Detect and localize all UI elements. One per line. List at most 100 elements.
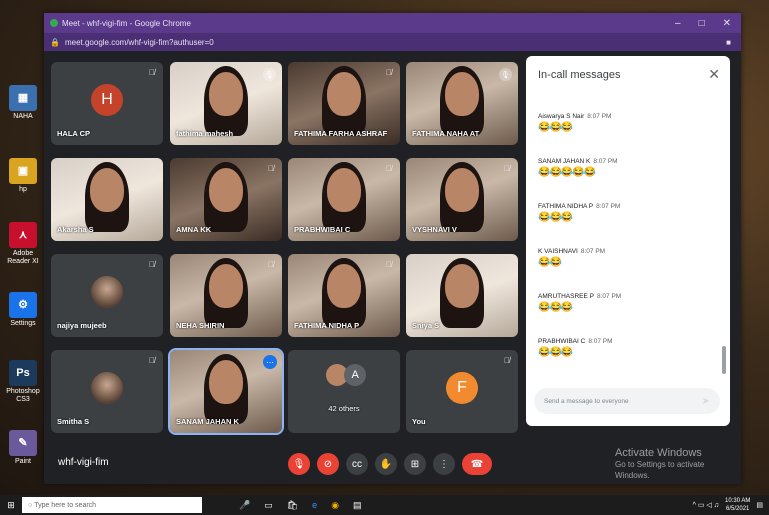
close-panel-icon[interactable]: ✕ — [708, 66, 720, 83]
minimize-icon[interactable]: – — [675, 18, 681, 29]
participant-tile[interactable]: F 🎙̸ You — [406, 350, 518, 433]
raise-hand-icon[interactable]: ✋ — [375, 453, 397, 475]
avatar: F — [446, 372, 478, 404]
scrollbar[interactable] — [722, 346, 726, 374]
more-options-icon[interactable]: ⋯ — [263, 355, 277, 369]
desktop-icon[interactable]: ▣ hp — [2, 158, 44, 194]
mic-off-icon: 🎙̸ — [386, 260, 392, 269]
mic-off-icon: 🎙̸ — [504, 356, 510, 365]
participant-tile[interactable]: 🎙̸ VYSHNAVI V — [406, 158, 518, 241]
message-placeholder: Send a message to everyone — [544, 397, 629, 405]
mic-off-icon: 🎙̸ — [504, 164, 510, 173]
participant-tile[interactable]: 🎙̸ Sniya S — [406, 254, 518, 337]
participant-name: FATHIMA FARHA ASHRAF — [294, 129, 388, 138]
address-bar[interactable]: 🔒 meet.google.com/whf-vigi-fim?authuser=… — [44, 33, 741, 51]
camera-indicator-icon[interactable]: ■ — [726, 38, 731, 47]
desktop-icon[interactable]: ▦ NAHA — [2, 85, 44, 121]
desktop-icon[interactable]: ⋏ Adobe Reader XI — [2, 222, 44, 266]
desktop-icon[interactable]: ✎ Paint — [2, 430, 44, 466]
participant-tile[interactable]: 🎙 FATHIMA NAHA AT — [406, 62, 518, 145]
desktop-app-icon: ✎ — [9, 430, 37, 456]
participant-tile[interactable]: 🎙 fathima mahesh — [170, 62, 282, 145]
participant-face — [445, 264, 479, 308]
participant-tile[interactable]: 🎙̸ NEHA SHIRIN — [170, 254, 282, 337]
tray-icons[interactable]: ^ ▭ ◁ ♫ — [693, 501, 719, 509]
desktop-app-icon: ⚙ — [9, 292, 37, 318]
message-header: AMRUTHASREE P 8:07 PM — [538, 293, 621, 300]
participant-tile[interactable]: ⋯ SANAM JAHAN K — [168, 348, 284, 435]
store-icon[interactable]: 🛍 — [287, 500, 298, 511]
desktop-icon-label: Adobe Reader XI — [7, 250, 39, 265]
mic-off-icon: 🎙 — [263, 68, 276, 81]
chat-message: Aiswarya S Nair 8:07 PM 😂😂😂 — [538, 113, 611, 133]
participant-tile[interactable]: A 42 others — [288, 350, 400, 433]
send-icon[interactable]: ➤ — [702, 396, 710, 407]
avatar-photo — [91, 276, 123, 308]
participant-tile[interactable]: 🎙̸ PRABHWIBAI C — [288, 158, 400, 241]
taskbar-search[interactable]: ○ Type here to search — [22, 497, 202, 513]
participant-tile[interactable]: 🎙̸ FATHIMA FARHA ASHRAF — [288, 62, 400, 145]
participant-name: 42 others — [328, 404, 360, 413]
activate-windows-watermark: Activate Windows Go to Settings to activ… — [615, 448, 741, 481]
message-time: 8:07 PM — [580, 248, 606, 255]
participant-face — [327, 168, 361, 212]
watermark-line1: Activate Windows — [615, 447, 702, 459]
mic-taskbar-icon[interactable]: 🎤 — [239, 500, 250, 511]
participant-tile[interactable]: 🎙̸ Akarsha S — [51, 158, 163, 241]
captions-icon[interactable]: cc — [346, 453, 368, 475]
participant-face — [445, 72, 479, 116]
system-tray: ^ ▭ ◁ ♫ 10:30 AM 6/5/2021 ▤ — [693, 497, 769, 513]
participant-face — [327, 72, 361, 116]
message-header: K VAISHNAVI 8:07 PM — [538, 248, 605, 255]
participant-name: AMNA KK — [176, 225, 212, 234]
edge-icon[interactable]: e — [312, 500, 317, 510]
watermark-line2: Go to Settings to activate Windows. — [615, 460, 705, 480]
panel-title: In-call messages — [538, 69, 621, 81]
message-emoji: 😂😂 — [538, 257, 562, 268]
camera-off-icon[interactable]: ⊘ — [317, 453, 339, 475]
search-placeholder: Type here to search — [34, 501, 97, 509]
mic-off-icon[interactable]: 🎙 — [288, 453, 310, 475]
close-window-icon[interactable]: ✕ — [723, 18, 731, 29]
present-icon[interactable]: ⊞ — [404, 453, 426, 475]
participant-tile[interactable]: 🎙̸ Smitha S — [51, 350, 163, 433]
desktop-icon[interactable]: ⚙ Settings — [2, 292, 44, 328]
message-header: Aiswarya S Nair 8:07 PM — [538, 113, 611, 120]
clock[interactable]: 10:30 AM 6/5/2021 — [725, 497, 750, 513]
explorer-icon[interactable]: ▤ — [353, 500, 362, 511]
participant-name: fathima mahesh — [176, 129, 234, 138]
message-input[interactable]: Send a message to everyone ➤ — [534, 388, 720, 414]
desktop-app-icon: ⋏ — [9, 222, 37, 248]
chat-message: K VAISHNAVI 8:07 PM 😂😂 — [538, 248, 605, 268]
hang-up-icon[interactable]: ☎ — [462, 453, 492, 475]
maximize-icon[interactable]: □ — [699, 18, 705, 29]
participant-tile[interactable]: 🎙̸ FATHIMA NIDHA P — [288, 254, 400, 337]
message-time: 8:07 PM — [596, 203, 621, 210]
message-time: 8:07 PM — [593, 158, 618, 165]
participant-tile[interactable]: H 🎙̸ HALA CP — [51, 62, 163, 145]
participant-tile[interactable]: 🎙̸ najiya mujeeb — [51, 254, 163, 337]
meet-favicon-icon — [50, 19, 58, 27]
clock-time: 10:30 AM — [725, 498, 751, 504]
participant-tile[interactable]: 🎙̸ AMNA KK — [170, 158, 282, 241]
more-options-icon[interactable]: ⋮ — [433, 453, 455, 475]
message-sender: PRABHWIBAI C — [538, 338, 586, 345]
task-view-icon[interactable]: ▭ — [264, 500, 273, 511]
avatar-photo — [91, 372, 123, 404]
participant-face — [90, 168, 124, 212]
chrome-icon[interactable]: ◉ — [331, 500, 339, 511]
windows-start-icon[interactable]: ⊞ — [0, 500, 22, 511]
message-emoji: 😂😂😂 — [538, 347, 573, 358]
mic-off-icon: 🎙̸ — [268, 164, 274, 173]
mic-off-icon: 🎙̸ — [386, 68, 392, 77]
clock-date: 6/5/2021 — [726, 506, 750, 512]
desktop-app-icon: Ps — [9, 360, 37, 386]
participant-name: PRABHWIBAI C — [294, 225, 351, 234]
desktop-icon[interactable]: Ps Photoshop CS3 — [2, 360, 44, 404]
desktop-app-icon: ▦ — [9, 85, 37, 111]
participant-face — [209, 264, 243, 308]
notification-icon[interactable]: ▤ — [756, 501, 763, 509]
avatar: A — [344, 364, 367, 386]
message-sender: K VAISHNAVI — [538, 248, 578, 255]
lock-icon: 🔒 — [50, 37, 60, 47]
